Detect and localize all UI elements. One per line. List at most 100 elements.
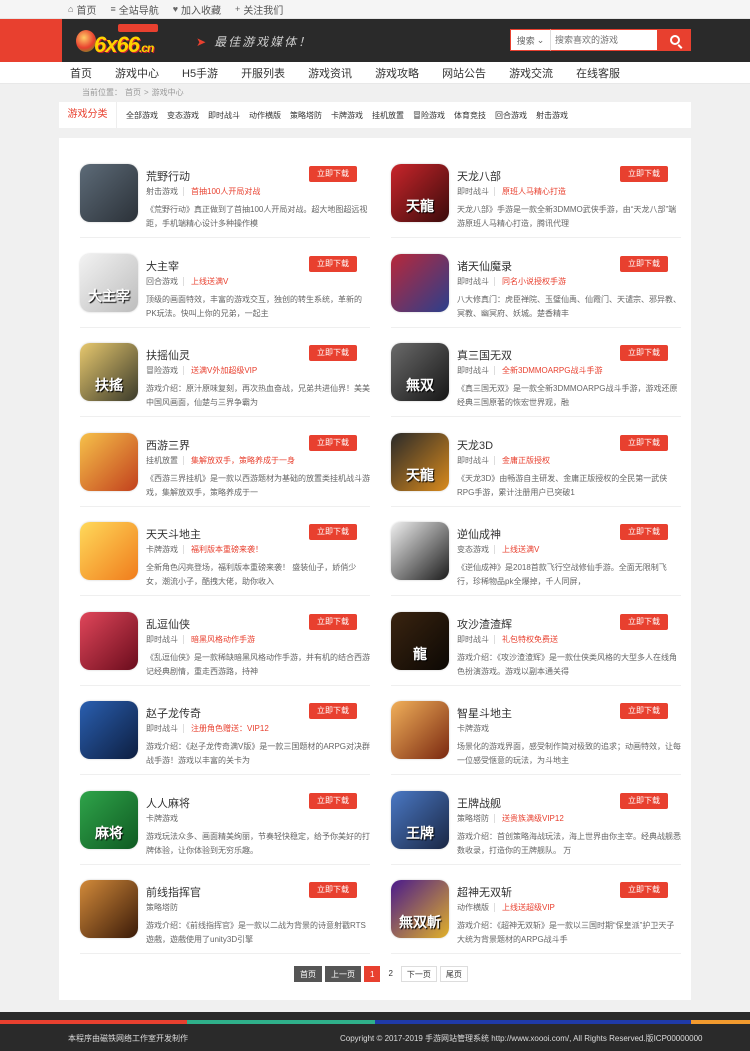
nav-item[interactable]: 开服列表 (241, 65, 285, 81)
nav-item[interactable]: 游戏攻略 (375, 65, 419, 81)
game-type: 回合游戏 (146, 276, 178, 286)
game-icon[interactable] (80, 432, 138, 491)
topbar-link[interactable]: ≡ 全站导航 (110, 2, 158, 17)
game-name[interactable]: 赵子龙传奇 (146, 705, 201, 721)
category-item[interactable]: 策略塔防 (290, 110, 322, 121)
game-name[interactable]: 真三国无双 (457, 347, 512, 363)
breadcrumb-home-link[interactable]: 首页 (125, 87, 141, 98)
game-name[interactable]: 超神无双斩 (457, 884, 512, 900)
page-link[interactable]: 1 (364, 966, 381, 982)
game-gift: 送满V外加超级VIP (191, 366, 258, 375)
category-item[interactable]: 回合游戏 (495, 110, 527, 121)
game-name[interactable]: 天龙八部 (457, 168, 501, 184)
download-button[interactable]: 立即下载 (620, 345, 668, 361)
game-icon[interactable]: 無双斬 (391, 880, 449, 938)
search-button[interactable] (658, 29, 691, 51)
game-icon[interactable]: 麻将 (80, 790, 138, 849)
category-item[interactable]: 冒险游戏 (413, 110, 445, 121)
game-name[interactable]: 王牌战舰 (457, 795, 501, 811)
download-button[interactable]: 立即下载 (620, 613, 668, 630)
topbar-link[interactable]: ♥ 加入收藏 (173, 2, 221, 17)
game-icon[interactable]: 大主宰 (80, 253, 138, 312)
nav-item[interactable]: 网站公告 (442, 65, 486, 81)
download-button[interactable]: 立即下载 (309, 703, 357, 719)
page-link[interactable]: 2 (383, 966, 398, 982)
download-button[interactable]: 立即下载 (620, 524, 668, 540)
download-button[interactable]: 立即下载 (309, 524, 357, 540)
home-icon: ⌂ (68, 4, 74, 14)
nav-item[interactable]: 游戏中心 (115, 65, 159, 81)
download-button[interactable]: 立即下载 (309, 882, 357, 898)
game-description: 《天龙3D》由畅游自主研发、金庸正版授权的全民第一武侠RPG手游，累计注册用户已… (457, 473, 668, 497)
nav-item[interactable]: 游戏资讯 (308, 65, 352, 81)
game-name[interactable]: 人人麻将 (146, 795, 190, 811)
game-name[interactable]: 荒野行动 (146, 168, 190, 184)
game-icon[interactable] (391, 522, 449, 580)
topbar-link[interactable]: ⌂ 首页 (68, 2, 96, 17)
game-name[interactable]: 逆仙成神 (457, 526, 501, 542)
download-button[interactable]: 立即下载 (620, 434, 668, 451)
game-icon[interactable]: 龍 (391, 611, 449, 670)
game-icon[interactable]: 無双 (391, 343, 449, 401)
page-link[interactable]: 首页 (294, 966, 322, 982)
game-name[interactable]: 天龙3D (457, 437, 493, 453)
search-icon (669, 35, 680, 45)
category-item[interactable]: 体育竞技 (454, 110, 486, 121)
game-icon[interactable] (80, 164, 138, 222)
page-link[interactable]: 下一页 (400, 966, 437, 982)
game-name[interactable]: 前线指挥官 (146, 884, 201, 900)
game-icon[interactable] (80, 522, 138, 580)
game-icon[interactable]: 扶搖 (80, 343, 138, 401)
download-button[interactable]: 立即下载 (309, 345, 357, 361)
download-button[interactable]: 立即下载 (620, 882, 668, 898)
nav-item[interactable]: 游戏交流 (509, 65, 553, 81)
game-type: 冒险游戏 (146, 366, 178, 375)
nav-item[interactable]: H5手游 (182, 65, 218, 81)
game-icon[interactable] (80, 701, 138, 759)
game-name[interactable]: 诸天仙魔录 (457, 258, 512, 274)
category-item[interactable]: 即时战斗 (208, 110, 240, 121)
page-link[interactable]: 上一页 (325, 966, 361, 982)
game-icon-text: 龍 (413, 646, 427, 663)
game-icon[interactable] (80, 880, 138, 938)
game-icon[interactable] (80, 611, 138, 670)
game-name[interactable]: 智星斗地主 (457, 705, 512, 721)
download-button[interactable]: 立即下载 (309, 613, 357, 630)
game-icon[interactable] (391, 253, 449, 312)
nav-item[interactable]: 首页 (70, 65, 92, 81)
divider (183, 455, 184, 465)
game-icon[interactable]: 天龍 (391, 432, 449, 491)
category-item[interactable]: 挂机放置 (372, 110, 404, 121)
category-item[interactable]: 卡牌游戏 (331, 110, 363, 121)
topbar-link[interactable]: + 关注我们 (235, 2, 283, 17)
category-item[interactable]: 全部游戏 (126, 110, 158, 121)
download-button[interactable]: 立即下载 (309, 792, 357, 809)
category-item[interactable]: 射击游戏 (536, 110, 568, 121)
download-button[interactable]: 立即下载 (620, 166, 668, 182)
game-icon[interactable] (391, 701, 449, 759)
category-item[interactable]: 变态游戏 (167, 110, 199, 121)
page-link[interactable]: 尾页 (439, 966, 468, 982)
category-item[interactable]: 动作横版 (249, 110, 281, 121)
search-input[interactable] (550, 29, 658, 51)
game-icon[interactable]: 天龍 (391, 164, 449, 222)
game-icon[interactable]: 王牌 (391, 790, 449, 849)
download-button[interactable]: 立即下载 (620, 703, 668, 719)
game-name[interactable]: 乱逗仙侠 (146, 616, 190, 632)
download-button[interactable]: 立即下载 (309, 255, 357, 272)
game-name[interactable]: 西游三界 (146, 437, 190, 453)
game-name[interactable]: 大主宰 (146, 258, 179, 274)
download-button[interactable]: 立即下载 (309, 434, 357, 451)
nav-item[interactable]: 在线客服 (576, 65, 620, 81)
download-button[interactable]: 立即下载 (309, 166, 357, 182)
download-button[interactable]: 立即下载 (620, 792, 668, 809)
game-name[interactable]: 扶摇仙灵 (146, 347, 190, 363)
game-type: 即时战斗 (457, 455, 489, 465)
search-type-select[interactable]: 搜索 ⌄ (510, 29, 550, 51)
download-button[interactable]: 立即下载 (620, 255, 668, 272)
game-name[interactable]: 天天斗地主 (146, 526, 201, 542)
game-type: 即时战斗 (457, 187, 489, 196)
game-name[interactable]: 攻沙渣渣辉 (457, 616, 512, 632)
game-type: 即时战斗 (146, 724, 178, 733)
site-logo[interactable]: 6x66.cn (76, 24, 180, 57)
